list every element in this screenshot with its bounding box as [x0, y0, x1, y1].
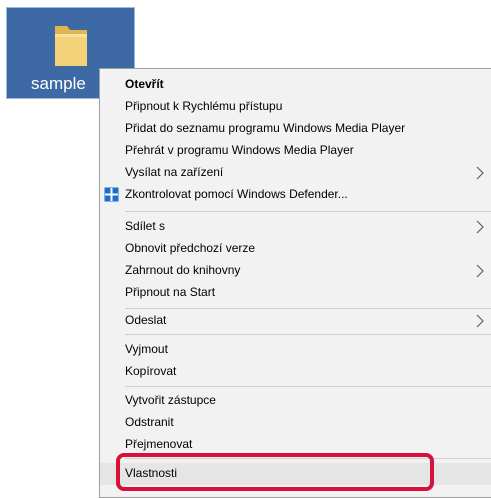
menu-item-pin-to-start[interactable]: Připnout na Start	[100, 282, 491, 304]
context-menu: Otevřít Připnout k Rychlému přístupu Při…	[99, 68, 491, 498]
menu-item-label: Připnout k Rychlému přístupu	[125, 99, 283, 113]
menu-item-create-shortcut[interactable]: Vytvořit zástupce	[100, 390, 491, 412]
menu-item-delete[interactable]: Odstranit	[100, 412, 491, 434]
menu-item-label: Připnout na Start	[125, 285, 216, 299]
menu-item-share-with[interactable]: Sdílet s	[100, 216, 491, 238]
menu-item-label: Přehrát v programu Windows Media Player	[125, 143, 354, 157]
menu-item-label: Vyjmout	[125, 342, 168, 356]
menu-item-label: Obnovit předchozí verze	[125, 241, 256, 255]
menu-item-label: Přejmenovat	[125, 437, 193, 451]
menu-item-label: Zkontrolovat pomocí Windows Defender...	[125, 187, 348, 201]
menu-item-include-in-library[interactable]: Zahrnout do knihovny	[100, 260, 491, 282]
menu-separator	[125, 211, 491, 212]
menu-item-label: Zahrnout do knihovny	[125, 263, 241, 277]
windows-defender-icon	[104, 187, 119, 202]
menu-item-label: Otevřít	[125, 77, 164, 91]
desktop-icon-label: sample	[31, 74, 86, 93]
menu-item-cast-to-device[interactable]: Vysílat na zařízení	[100, 162, 491, 184]
menu-separator	[125, 308, 491, 309]
menu-item-play-in-wmp[interactable]: Přehrát v programu Windows Media Player	[100, 140, 491, 162]
menu-item-add-to-wmp-list[interactable]: Přidat do seznamu programu Windows Media…	[100, 118, 491, 140]
menu-item-restore-previous-versions[interactable]: Obnovit předchozí verze	[100, 238, 491, 260]
menu-item-open[interactable]: Otevřít	[100, 74, 491, 96]
menu-item-label: Odstranit	[125, 415, 174, 429]
chevron-right-icon	[476, 314, 484, 328]
folder-icon	[55, 26, 87, 66]
chevron-right-icon	[476, 220, 484, 234]
menu-item-cut[interactable]: Vyjmout	[100, 339, 491, 361]
menu-separator	[125, 386, 491, 387]
chevron-right-icon	[476, 166, 484, 180]
menu-item-label: Přidat do seznamu programu Windows Media…	[125, 121, 406, 135]
menu-item-send-to[interactable]: Odeslat	[100, 310, 491, 332]
menu-item-label: Sdílet s	[125, 219, 166, 233]
menu-item-label: Kopírovat	[125, 364, 177, 378]
menu-separator	[125, 334, 491, 335]
menu-item-copy[interactable]: Kopírovat	[100, 361, 491, 383]
menu-item-label: Vytvořit zástupce	[125, 393, 216, 407]
menu-item-label: Odeslat	[125, 313, 167, 327]
menu-item-scan-windows-defender[interactable]: Zkontrolovat pomocí Windows Defender...	[100, 184, 491, 206]
menu-item-label: Vysílat na zařízení	[125, 165, 224, 179]
chevron-right-icon	[476, 264, 484, 278]
highlight-annotation	[116, 453, 434, 491]
menu-item-pin-quick-access[interactable]: Připnout k Rychlému přístupu	[100, 96, 491, 118]
